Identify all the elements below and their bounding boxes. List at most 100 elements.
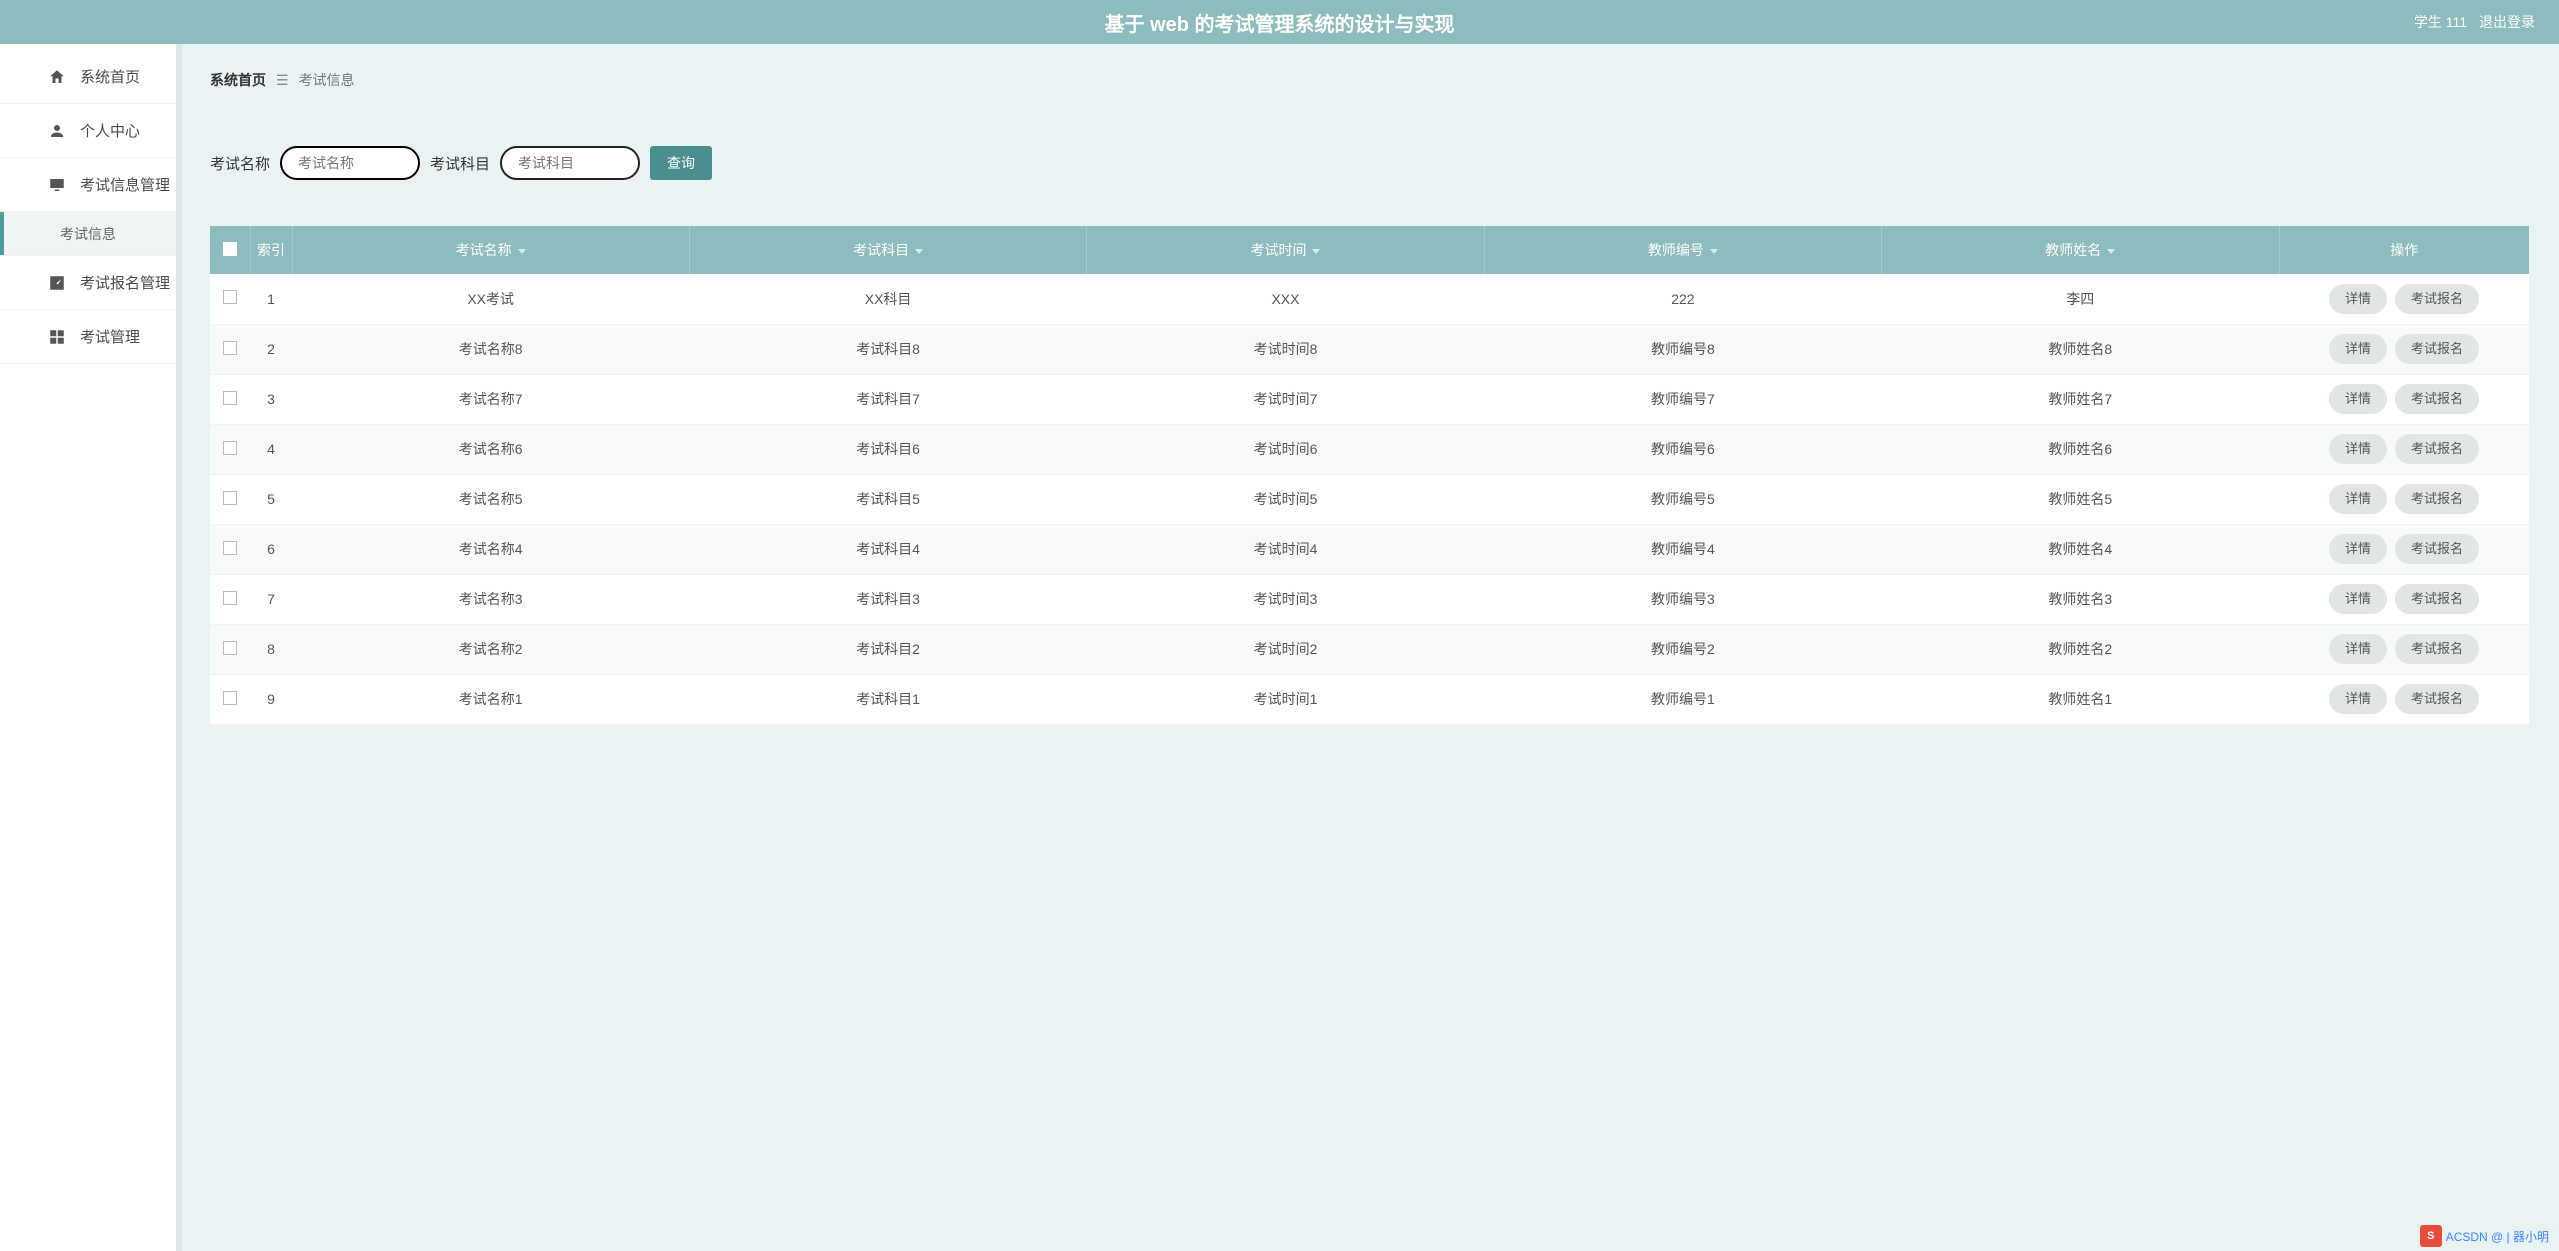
- cell-teacher-name: 教师姓名4: [1882, 524, 2279, 574]
- signup-button[interactable]: 考试报名: [2395, 384, 2479, 414]
- sidebar-item-exam-info-manage[interactable]: 考试信息管理: [0, 158, 176, 212]
- breadcrumb-home[interactable]: 系统首页: [210, 70, 266, 90]
- detail-button[interactable]: 详情: [2329, 384, 2387, 414]
- row-checkbox[interactable]: [223, 290, 237, 304]
- row-checkbox[interactable]: [223, 441, 237, 455]
- search-button[interactable]: 查询: [650, 146, 712, 180]
- monitor-icon: [48, 176, 66, 194]
- detail-button[interactable]: 详情: [2329, 434, 2387, 464]
- sidebar-item-home[interactable]: 系统首页: [0, 50, 176, 104]
- cell-exam-time: 考试时间4: [1087, 524, 1484, 574]
- breadcrumb-current: 考试信息: [299, 70, 355, 90]
- filter-bar: 考试名称 考试科目 查询: [210, 146, 2529, 180]
- header-right: 学生 111 退出登录: [2414, 12, 2559, 32]
- cell-teacher-name: 教师姓名7: [1882, 374, 2279, 424]
- cell-exam-time: XXX: [1087, 274, 1484, 324]
- cell-exam-subject: 考试科目3: [689, 574, 1086, 624]
- detail-button[interactable]: 详情: [2329, 634, 2387, 664]
- cell-exam-time: 考试时间8: [1087, 324, 1484, 374]
- cell-teacher-name: 教师姓名8: [1882, 324, 2279, 374]
- table-header-row: 索引 考试名称 考试科目 考试时间 教师编号 教师姓名 操作: [210, 226, 2529, 274]
- detail-button[interactable]: 详情: [2329, 334, 2387, 364]
- cell-teacher-name: 教师姓名5: [1882, 474, 2279, 524]
- cell-exam-name: 考试名称8: [292, 324, 689, 374]
- row-checkbox[interactable]: [223, 491, 237, 505]
- row-checkbox[interactable]: [223, 691, 237, 705]
- th-exam-time[interactable]: 考试时间: [1087, 226, 1484, 274]
- cell-index: 4: [250, 424, 292, 474]
- cell-teacher-name: 李四: [1882, 274, 2279, 324]
- sidebar-item-label: 系统首页: [80, 66, 140, 87]
- signup-button[interactable]: 考试报名: [2395, 434, 2479, 464]
- row-checkbox[interactable]: [223, 391, 237, 405]
- cell-index: 2: [250, 324, 292, 374]
- exam-table: 索引 考试名称 考试科目 考试时间 教师编号 教师姓名 操作 1XX考试XX科目…: [210, 226, 2529, 725]
- cell-exam-name: 考试名称3: [292, 574, 689, 624]
- th-teacher-name[interactable]: 教师姓名: [1882, 226, 2279, 274]
- table-row: 1XX考试XX科目XXX222李四详情考试报名: [210, 274, 2529, 324]
- sidebar: 系统首页 个人中心 考试信息管理 考试信息 考试报名管理 考试管理: [0, 44, 176, 1251]
- cell-teacher-name: 教师姓名2: [1882, 624, 2279, 674]
- signup-button[interactable]: 考试报名: [2395, 634, 2479, 664]
- cell-teacher-no: 教师编号8: [1484, 324, 1881, 374]
- cell-teacher-name: 教师姓名1: [1882, 674, 2279, 724]
- th-teacher-no[interactable]: 教师编号: [1484, 226, 1881, 274]
- cell-exam-subject: XX科目: [689, 274, 1086, 324]
- signup-button[interactable]: 考试报名: [2395, 284, 2479, 314]
- row-checkbox[interactable]: [223, 541, 237, 555]
- cell-teacher-no: 教师编号3: [1484, 574, 1881, 624]
- cell-index: 1: [250, 274, 292, 324]
- sidebar-item-profile[interactable]: 个人中心: [0, 104, 176, 158]
- cell-index: 3: [250, 374, 292, 424]
- cell-exam-subject: 考试科目7: [689, 374, 1086, 424]
- tray-sogou-icon[interactable]: S: [2420, 1225, 2442, 1247]
- person-icon: [48, 122, 66, 140]
- sidebar-item-exam-manage[interactable]: 考试管理: [0, 310, 176, 364]
- detail-button[interactable]: 详情: [2329, 684, 2387, 714]
- exam-name-input[interactable]: [280, 146, 420, 180]
- sidebar-item-label: 个人中心: [80, 120, 140, 141]
- detail-button[interactable]: 详情: [2329, 534, 2387, 564]
- cell-exam-name: 考试名称7: [292, 374, 689, 424]
- chart-icon: [48, 274, 66, 292]
- cell-exam-subject: 考试科目5: [689, 474, 1086, 524]
- tray-text: ACSDN @ | 器小明: [2446, 1228, 2549, 1245]
- cell-exam-subject: 考试科目8: [689, 324, 1086, 374]
- signup-button[interactable]: 考试报名: [2395, 584, 2479, 614]
- cell-exam-name: XX考试: [292, 274, 689, 324]
- current-user-label[interactable]: 学生 111: [2414, 12, 2467, 32]
- cell-teacher-no: 教师编号4: [1484, 524, 1881, 574]
- sidebar-item-label: 考试报名管理: [80, 272, 170, 293]
- select-all-checkbox[interactable]: [223, 242, 237, 256]
- row-checkbox[interactable]: [223, 341, 237, 355]
- exam-table-wrap: 索引 考试名称 考试科目 考试时间 教师编号 教师姓名 操作 1XX考试XX科目…: [210, 226, 2529, 1221]
- row-checkbox[interactable]: [223, 591, 237, 605]
- row-checkbox[interactable]: [223, 641, 237, 655]
- detail-button[interactable]: 详情: [2329, 484, 2387, 514]
- cell-exam-time: 考试时间3: [1087, 574, 1484, 624]
- detail-button[interactable]: 详情: [2329, 584, 2387, 614]
- exam-subject-input[interactable]: [500, 146, 640, 180]
- signup-button[interactable]: 考试报名: [2395, 534, 2479, 564]
- th-exam-name[interactable]: 考试名称: [292, 226, 689, 274]
- table-row: 5考试名称5考试科目5考试时间5教师编号5教师姓名5详情考试报名: [210, 474, 2529, 524]
- signup-button[interactable]: 考试报名: [2395, 334, 2479, 364]
- breadcrumb-sep: ☰: [276, 72, 289, 89]
- table-row: 7考试名称3考试科目3考试时间3教师编号3教师姓名3详情考试报名: [210, 574, 2529, 624]
- th-exam-subject[interactable]: 考试科目: [689, 226, 1086, 274]
- app-title: 基于 web 的考试管理系统的设计与实现: [1104, 8, 1454, 37]
- cell-exam-time: 考试时间7: [1087, 374, 1484, 424]
- signup-button[interactable]: 考试报名: [2395, 684, 2479, 714]
- cell-teacher-name: 教师姓名6: [1882, 424, 2279, 474]
- table-row: 4考试名称6考试科目6考试时间6教师编号6教师姓名6详情考试报名: [210, 424, 2529, 474]
- th-operation: 操作: [2279, 226, 2529, 274]
- cell-exam-time: 考试时间5: [1087, 474, 1484, 524]
- signup-button[interactable]: 考试报名: [2395, 484, 2479, 514]
- sidebar-item-exam-signup-manage[interactable]: 考试报名管理: [0, 256, 176, 310]
- cell-teacher-no: 教师编号7: [1484, 374, 1881, 424]
- detail-button[interactable]: 详情: [2329, 284, 2387, 314]
- cell-exam-subject: 考试科目1: [689, 674, 1086, 724]
- sidebar-item-exam-info[interactable]: 考试信息: [0, 212, 176, 256]
- logout-link[interactable]: 退出登录: [2479, 12, 2535, 32]
- table-row: 2考试名称8考试科目8考试时间8教师编号8教师姓名8 详情考试报名: [210, 324, 2529, 374]
